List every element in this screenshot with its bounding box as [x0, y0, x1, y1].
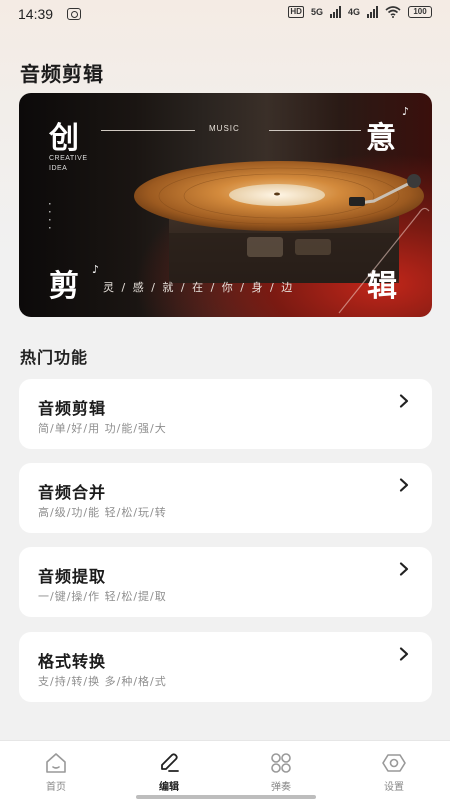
card-desc: 简/单/好/用 功/能/强/大 [38, 422, 167, 435]
network-4g-label: 4G [347, 7, 360, 17]
signal-5g-icon [329, 6, 341, 18]
card-desc: 高/级/功/能 轻/松/玩/转 [38, 506, 167, 519]
status-bar: 14:39 HD 5G 4G 100 [0, 0, 450, 30]
page-title: 音频剪辑 [20, 62, 104, 86]
nav-item-play[interactable]: 弹奏 [241, 749, 321, 793]
hd-icon: HD [288, 6, 304, 18]
feature-card-audio-edit[interactable]: 音频剪辑 简/单/好/用 功/能/强/大 [19, 379, 432, 449]
banner-creative-line1: CREATIVE [49, 155, 88, 162]
nav-item-settings[interactable]: 设置 [354, 749, 434, 793]
card-title: 音频提取 [38, 567, 107, 586]
banner-char-ji: 辑 [367, 269, 397, 304]
nav-item-edit[interactable]: 编辑 [129, 749, 209, 793]
banner-line-left [101, 130, 195, 131]
banner-line-right [269, 130, 361, 131]
home-icon [46, 753, 66, 773]
grid-icon [271, 753, 291, 773]
feature-card-audio-extract[interactable]: 音频提取 一/键/操/作 轻/松/提/取 [19, 547, 432, 617]
notification-icon [67, 8, 81, 20]
edit-icon [161, 753, 179, 772]
nav-label-play: 弹奏 [271, 782, 291, 793]
home-indicator[interactable] [136, 795, 316, 799]
music-note-icon: ♪ [92, 263, 100, 276]
banner-slogan: 灵 / 感 / 就 / 在 / 你 / 身 / 边 [103, 281, 295, 294]
signal-4g-icon [367, 6, 378, 18]
nav-label-home: 首页 [46, 782, 66, 793]
wifi-icon [385, 6, 401, 18]
section-title: 热门功能 [20, 348, 89, 367]
chevron-right-icon [399, 647, 409, 661]
music-note-icon: ♪ [402, 105, 410, 118]
banner-creative-line2: IDEA [49, 165, 68, 172]
network-5g-label: 5G [310, 7, 323, 17]
status-indicators: HD 5G 4G 100 [288, 6, 432, 18]
chevron-right-icon [399, 394, 409, 408]
feature-card-format-convert[interactable]: 格式转换 支/持/转/换 多/种/格/式 [19, 632, 432, 702]
banner-char-jian: 剪 [49, 269, 79, 304]
banner-creative-idea: CREATIVE IDEA [49, 154, 88, 174]
nav-item-home[interactable]: 首页 [16, 749, 96, 793]
settings-icon [382, 754, 406, 772]
status-time: 14:39 [18, 6, 54, 22]
chevron-right-icon [399, 478, 409, 492]
card-desc: 一/键/操/作 轻/松/提/取 [38, 590, 167, 603]
nav-label-settings: 设置 [384, 782, 404, 793]
banner-char-yi: 意 [366, 121, 396, 156]
feature-card-audio-merge[interactable]: 音频合并 高/级/功/能 轻/松/玩/转 [19, 463, 432, 533]
card-desc: 支/持/转/换 多/种/格/式 [38, 675, 167, 688]
card-title: 格式转换 [38, 652, 107, 671]
card-title: 音频合并 [38, 483, 107, 502]
battery-icon: 100 [408, 6, 432, 18]
banner-music-label: MUSIC [209, 124, 240, 133]
nav-label-edit: 编辑 [159, 782, 179, 793]
bottom-nav: 首页 编辑 弹奏 设置 [0, 740, 450, 800]
chevron-right-icon [399, 562, 409, 576]
banner[interactable]: 创 意 剪 辑 MUSIC ♪ ♪ CREATIVE IDEA 灵 / 感 / … [19, 93, 432, 317]
card-title: 音频剪辑 [38, 399, 107, 418]
banner-char-chuang: 创 [49, 121, 79, 156]
